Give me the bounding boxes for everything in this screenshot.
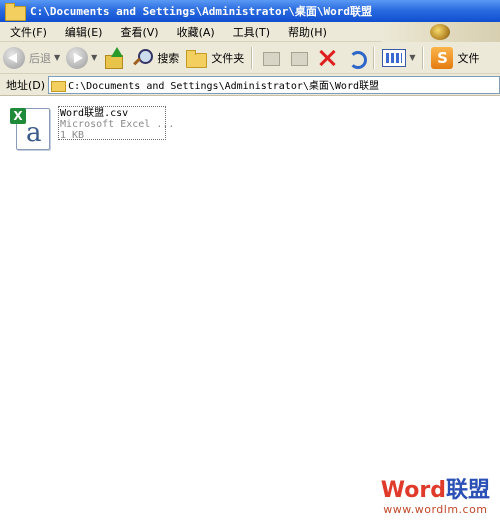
menu-bar: 文件(F) 编辑(E) 查看(V) 收藏(A) 工具(T) 帮助(H): [0, 22, 500, 42]
back-arrow-icon: [3, 46, 25, 69]
search-label: 搜索: [157, 51, 180, 65]
folders-button[interactable]: 文件夹: [182, 44, 247, 72]
forward-arrow-icon: [66, 46, 89, 69]
s-app-icon: S: [431, 46, 454, 69]
excel-csv-icon: X a: [10, 108, 50, 150]
chevron-down-icon[interactable]: ▼: [91, 53, 97, 62]
address-bar: 地址(D) C:\Documents and Settings\Administ…: [0, 74, 500, 96]
file-item[interactable]: X a Word联盟.csv Microsoft Excel ... 1 KB: [10, 106, 175, 156]
globe-icon: [430, 24, 450, 40]
file-name: Word联盟.csv: [60, 108, 129, 119]
search-icon: [131, 47, 154, 69]
watermark-url: www.wordlm.com: [383, 503, 488, 516]
toolbar-separator: [422, 46, 425, 69]
move-to-icon: [260, 47, 282, 69]
views-button[interactable]: ▼: [379, 44, 418, 72]
undo-button[interactable]: [341, 44, 369, 72]
watermark-logo-lianmeng: 联盟: [445, 478, 490, 503]
address-path: C:\Documents and Settings\Administrator\…: [68, 81, 379, 92]
toolbar: 后退 ▼ ▼ 搜索 文件夹 ▼ S 文件: [0, 42, 500, 74]
undo-icon: [344, 47, 368, 69]
chevron-down-icon[interactable]: ▼: [409, 53, 415, 62]
search-button[interactable]: 搜索: [128, 44, 182, 72]
toolbar-separator: [373, 46, 376, 69]
file-info[interactable]: Word联盟.csv Microsoft Excel ... 1 KB: [58, 106, 175, 141]
watermark: Word联盟 www.wordlm.com: [381, 479, 490, 517]
menu-help[interactable]: 帮助(H): [279, 24, 336, 40]
watermark-logo: Word联盟: [381, 479, 490, 503]
menu-file[interactable]: 文件(F): [0, 24, 56, 40]
file-type: Microsoft Excel ...: [60, 119, 175, 130]
address-input[interactable]: C:\Documents and Settings\Administrator\…: [48, 75, 500, 94]
menu-view[interactable]: 查看(V): [111, 24, 167, 40]
delete-button[interactable]: [313, 44, 341, 72]
folder-icon: [51, 79, 67, 92]
folders-label: 文件夹: [211, 51, 245, 65]
back-label: 后退: [29, 51, 51, 65]
windows-logo: [382, 22, 500, 42]
move-to-button[interactable]: [257, 44, 285, 72]
window-title: C:\Documents and Settings\Administrator\…: [30, 5, 373, 18]
views-icon: [382, 48, 407, 67]
copy-to-button[interactable]: [285, 44, 313, 72]
up-button[interactable]: [100, 44, 128, 72]
title-bar[interactable]: C:\Documents and Settings\Administrator\…: [0, 0, 500, 22]
folder-icon: [185, 49, 208, 68]
extra-label: 文件: [457, 51, 480, 65]
csv-letter: a: [26, 118, 42, 148]
watermark-logo-word: Word: [380, 478, 446, 503]
extra-button[interactable]: S 文件: [428, 44, 482, 72]
folder-up-icon: [103, 46, 125, 69]
back-button[interactable]: 后退 ▼: [0, 44, 63, 72]
address-label: 地址(D): [6, 78, 46, 92]
chevron-down-icon[interactable]: ▼: [54, 53, 60, 62]
file-list-area[interactable]: X a Word联盟.csv Microsoft Excel ... 1 KB …: [0, 96, 500, 522]
folder-icon: [4, 2, 26, 21]
forward-button[interactable]: ▼: [63, 44, 100, 72]
delete-x-icon: [316, 47, 338, 69]
file-size: 1 KB: [60, 130, 85, 141]
menu-favorites[interactable]: 收藏(A): [168, 24, 224, 40]
menu-edit[interactable]: 编辑(E): [56, 24, 112, 40]
excel-badge: X: [10, 108, 26, 124]
copy-to-icon: [288, 47, 310, 69]
menu-tools[interactable]: 工具(T): [224, 24, 279, 40]
toolbar-separator: [251, 46, 254, 69]
